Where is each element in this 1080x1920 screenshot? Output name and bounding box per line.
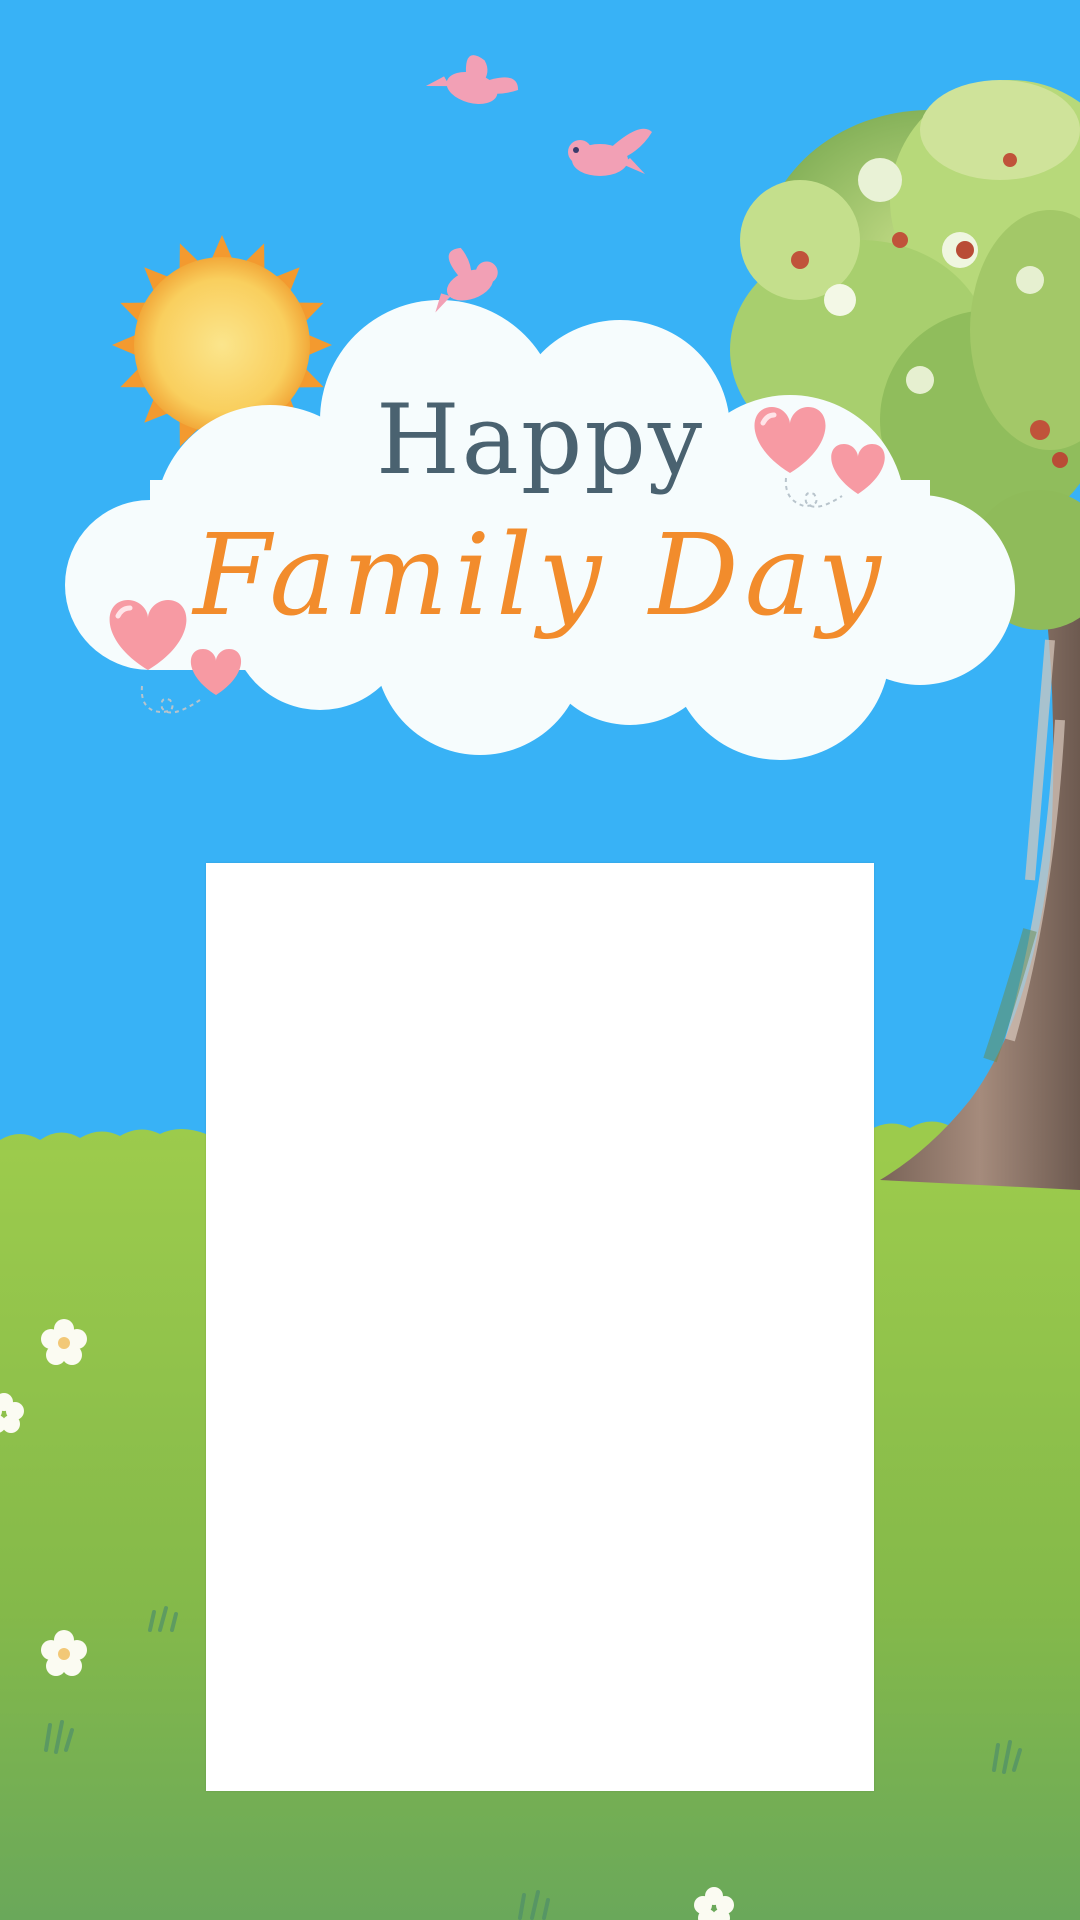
title-happy: Happy: [375, 384, 705, 496]
family-day-card: Happy Family Day: [0, 0, 1080, 1920]
bird-icon: [425, 55, 519, 104]
bird-icon: [568, 128, 652, 176]
title-family-day: Family Day: [193, 511, 887, 641]
photo-frame[interactable]: [206, 863, 874, 1791]
